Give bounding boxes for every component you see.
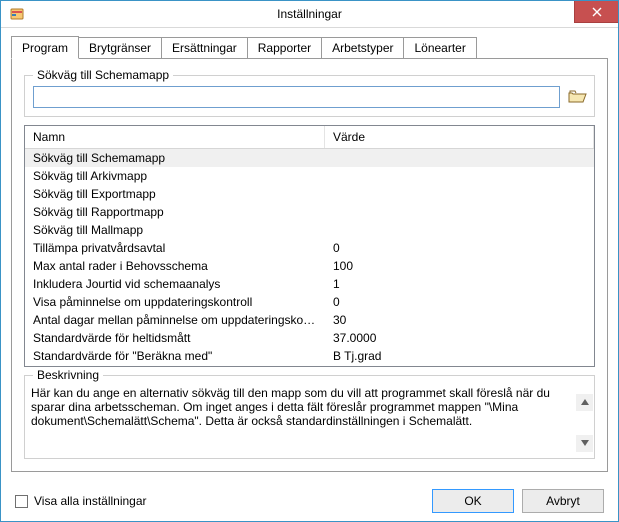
description-legend: Beskrivning [33, 368, 103, 382]
list-cell-value: 1 [325, 276, 594, 292]
tab-lonearter[interactable]: Lönearter [403, 37, 476, 58]
list-cell-value [325, 168, 594, 184]
list-cell-name: Inkludera Jourtid vid schemaanalys [25, 276, 325, 292]
tab-ersattningar[interactable]: Ersättningar [161, 37, 248, 58]
list-row[interactable]: Max antal rader i Behovsschema100 [25, 257, 594, 275]
list-row[interactable]: Inkludera Jourtid vid schemaanalys1 [25, 275, 594, 293]
header-value[interactable]: Värde [325, 126, 594, 148]
scroll-up-icon[interactable] [576, 394, 593, 411]
cancel-button[interactable]: Avbryt [522, 489, 604, 513]
tab-arbetstyper[interactable]: Arbetstyper [321, 37, 404, 58]
header-name[interactable]: Namn [25, 126, 325, 148]
list-cell-value [325, 150, 594, 166]
scroll-down-icon[interactable] [576, 435, 593, 452]
description-group: Beskrivning Här kan du ange en alternati… [24, 375, 595, 459]
tabstrip: Program Brytgränser Ersättningar Rapport… [11, 36, 608, 58]
dialog-footer: Visa alla inställningar OK Avbryt [1, 482, 618, 521]
settings-window: Inställningar Program Brytgränser Ersätt… [0, 0, 619, 522]
window-title: Inställningar [1, 7, 618, 21]
path-group: Sökväg till Schemamapp [24, 75, 595, 117]
list-cell-value [325, 186, 594, 202]
ok-button[interactable]: OK [432, 489, 514, 513]
show-all-checkbox[interactable] [15, 495, 28, 508]
list-row[interactable]: Standardvärde för "Beräkna med"B Tj.grad [25, 347, 594, 365]
settings-list: Namn Värde Sökväg till SchemamappSökväg … [24, 125, 595, 367]
list-cell-name: Max antal rader i Behovsschema [25, 258, 325, 274]
list-row[interactable]: Tillämpa privatvårdsavtal0 [25, 239, 594, 257]
show-all-label[interactable]: Visa alla inställningar [34, 494, 147, 508]
tab-rapporter[interactable]: Rapporter [247, 37, 322, 58]
description-text: Här kan du ange en alternativ sökväg til… [31, 386, 572, 428]
tab-program[interactable]: Program [11, 36, 79, 59]
browse-folder-icon[interactable] [568, 89, 586, 105]
list-cell-name: Sökväg till Arkivmapp [25, 168, 325, 184]
list-cell-value: 30 [325, 312, 594, 328]
list-cell-name: Visa påminnelse om uppdateringskontroll [25, 294, 325, 310]
list-cell-value: 0 [325, 294, 594, 310]
list-header: Namn Värde [25, 126, 594, 149]
list-row[interactable]: Sökväg till Arkivmapp [25, 167, 594, 185]
list-cell-value: 37.0000 [325, 330, 594, 346]
list-cell-name: Standardvärde för heltidsmått [25, 330, 325, 346]
list-body[interactable]: Sökväg till Schemamapp Sökväg till Arkivm… [25, 149, 594, 366]
schema-path-input[interactable] [33, 86, 560, 108]
list-cell-name: Antal dagar mellan påminnelse om uppdate… [25, 312, 325, 328]
description-scroll[interactable]: Här kan du ange en alternativ sökväg til… [31, 386, 592, 448]
list-cell-value [325, 222, 594, 238]
list-row[interactable]: Sökväg till Rapportmapp [25, 203, 594, 221]
list-row[interactable]: Sökväg till Mallmapp [25, 221, 594, 239]
tab-page-program: Sökväg till Schemamapp Namn Värde [11, 58, 608, 472]
titlebar: Inställningar [1, 1, 618, 28]
list-cell-name: Sökväg till Exportmapp [25, 186, 325, 202]
list-row[interactable]: Antal dagar mellan påminnelse om uppdate… [25, 311, 594, 329]
client-area: Program Brytgränser Ersättningar Rapport… [1, 28, 618, 482]
list-cell-value: 100 [325, 258, 594, 274]
list-row[interactable]: Visa påminnelse om uppdateringskontroll0 [25, 293, 594, 311]
list-row[interactable]: Ändra ordning på för- och efternamn vid … [25, 365, 594, 366]
tab-brytgranser[interactable]: Brytgränser [78, 37, 162, 58]
list-cell-name: Sökväg till Mallmapp [25, 222, 325, 238]
close-button[interactable] [574, 1, 618, 23]
list-cell-name: Tillämpa privatvårdsavtal [25, 240, 325, 256]
list-cell-name: Sökväg till Rapportmapp [25, 204, 325, 220]
list-cell-value: B Tj.grad [325, 348, 594, 364]
list-cell-name: Standardvärde för "Beräkna med" [25, 348, 325, 364]
list-cell-value [325, 204, 594, 220]
app-icon [9, 6, 25, 22]
list-row[interactable]: Sökväg till Exportmapp [25, 185, 594, 203]
description-scrollbar[interactable] [576, 394, 593, 452]
list-cell-value: 0 [325, 240, 594, 256]
list-row[interactable]: Standardvärde för heltidsmått37.0000 [25, 329, 594, 347]
path-group-legend: Sökväg till Schemamapp [33, 68, 173, 82]
list-cell-name: Sökväg till Schemamapp [25, 150, 325, 166]
list-row[interactable]: Sökväg till Schemamapp [25, 149, 594, 167]
